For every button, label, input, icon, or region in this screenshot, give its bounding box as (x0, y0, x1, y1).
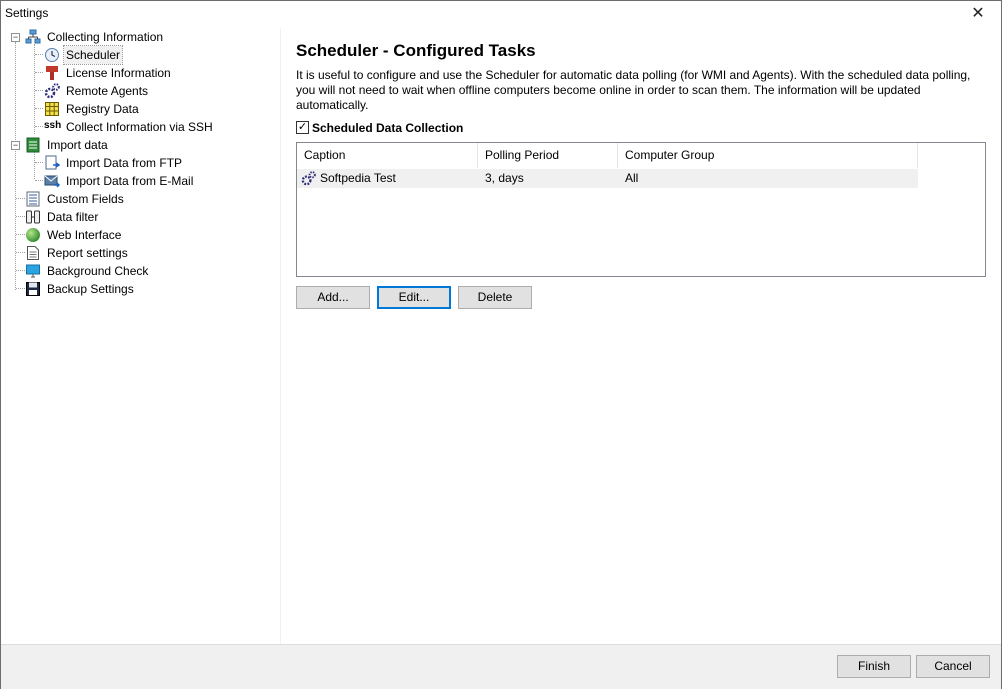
ftp-import-icon (45, 155, 60, 170)
window-title: Settings (5, 6, 49, 20)
cancel-button[interactable]: Cancel (916, 655, 990, 678)
report-icon (27, 246, 39, 260)
scheduled-collection-label[interactable]: Scheduled Data Collection (312, 121, 463, 135)
title-bar: Settings ✕ (1, 1, 1001, 27)
tree-label: Collecting Information (47, 30, 164, 44)
table-row[interactable]: Softpedia Test 3, days All (297, 169, 918, 188)
filter-icon (26, 210, 40, 224)
import-icon (26, 137, 40, 153)
tree-label: Import data (47, 138, 108, 152)
panel-divider (280, 28, 281, 644)
list-icon (26, 191, 40, 207)
clock-icon (45, 48, 59, 62)
tree-label: Report settings (47, 246, 128, 260)
globe-icon (26, 228, 40, 242)
tree-label: Backup Settings (47, 282, 134, 296)
column-header-polling-period[interactable]: Polling Period (478, 143, 618, 168)
tree-label: Data filter (47, 210, 99, 224)
floppy-icon (26, 282, 40, 296)
cell-caption: Softpedia Test (297, 169, 478, 188)
tree-label: Custom Fields (47, 192, 124, 206)
task-caption: Softpedia Test (320, 171, 396, 185)
gears-icon (44, 83, 60, 99)
column-header-computer-group[interactable]: Computer Group (618, 143, 918, 168)
settings-tree: − Collecting Information Scheduler Licen… (3, 28, 280, 644)
edit-button[interactable]: Edit... (377, 286, 451, 309)
network-icon (25, 29, 41, 44)
email-import-icon (44, 175, 60, 188)
description-text: It is useful to configure and use the Sc… (296, 68, 971, 112)
gears-icon (301, 171, 316, 186)
tree-label: License Information (66, 66, 171, 80)
cell-polling-period: 3, days (485, 171, 524, 185)
tree-label: Import Data from E-Mail (66, 174, 194, 188)
tree-label: Web Interface (47, 228, 122, 242)
dialog-footer: Finish Cancel (1, 644, 1001, 689)
license-icon (46, 66, 58, 80)
tree-label: Remote Agents (66, 84, 149, 98)
collapse-import-icon[interactable]: − (11, 141, 20, 150)
tree-label: Import Data from FTP (66, 156, 183, 170)
add-button[interactable]: Add... (296, 286, 370, 309)
column-header-caption[interactable]: Caption (297, 143, 478, 168)
settings-window: Settings ✕ − Collecting Information Sche… (0, 0, 1002, 689)
tree-label: Registry Data (66, 102, 139, 116)
monitor-icon (26, 264, 40, 278)
close-icon[interactable]: ✕ (955, 1, 1001, 27)
cell-computer-group: All (625, 171, 639, 185)
ssh-icon: ssh (44, 120, 62, 131)
delete-button[interactable]: Delete (458, 286, 532, 309)
table-header: Caption Polling Period Computer Group (297, 143, 918, 168)
tree-label: Background Check (47, 264, 149, 278)
scheduled-collection-checkbox[interactable]: ✓ (296, 121, 309, 134)
page-title: Scheduler - Configured Tasks (296, 41, 536, 60)
finish-button[interactable]: Finish (837, 655, 911, 678)
tree-label: Scheduler (62, 45, 124, 65)
collapse-collecting-icon[interactable]: − (11, 33, 20, 42)
grid-icon (45, 102, 59, 116)
tree-label: Collect Information via SSH (66, 120, 213, 134)
tasks-table: Caption Polling Period Computer Group So… (296, 142, 986, 277)
